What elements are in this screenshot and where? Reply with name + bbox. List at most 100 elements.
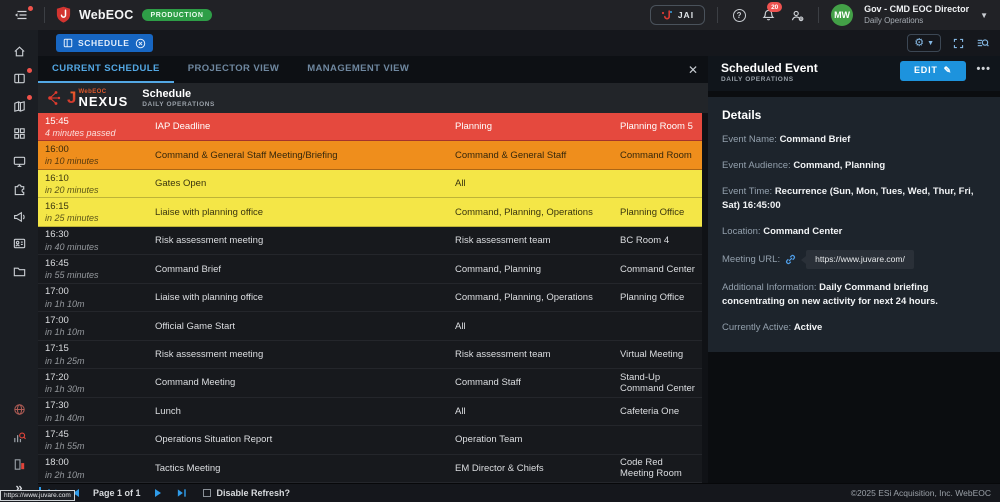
main-area: SCHEDULE ⚙ ▼ [38, 30, 1000, 502]
schedule-row[interactable]: 17:00in 1h 10mOfficial Game StartAll [38, 312, 702, 340]
user-menu-chevron-icon[interactable]: ▼ [980, 11, 988, 20]
globe-icon [12, 402, 27, 417]
search-list-icon[interactable] [976, 36, 990, 50]
sidebar-item-home[interactable] [7, 39, 31, 63]
settings-gear-button[interactable]: ⚙ ▼ [907, 34, 941, 52]
page-indicator: Page 1 of 1 [93, 488, 141, 498]
edit-button[interactable]: EDIT ✎ [900, 61, 966, 81]
row-audience: Command & General Staff [455, 150, 620, 161]
nexus-brand: WebEOC NEXUS [78, 89, 128, 108]
schedule-row[interactable]: 17:15in 1h 25mRisk assessment meetingRis… [38, 341, 702, 369]
avatar[interactable]: MW [831, 4, 853, 26]
link-icon[interactable] [784, 253, 797, 266]
row-location: Virtual Meeting [620, 349, 683, 360]
row-location: Stand-Up Command Center [620, 372, 695, 394]
sidebar-item-boards[interactable] [7, 67, 31, 91]
row-event: Operations Situation Report [155, 434, 455, 445]
detail-field: Currently Active: Active [722, 321, 986, 335]
notification-dot [27, 68, 32, 73]
row-location: Command Center [620, 264, 695, 275]
apps-icon [12, 126, 27, 141]
row-event: Official Game Start [155, 321, 455, 332]
fullscreen-icon[interactable] [952, 37, 965, 50]
schedule-row[interactable]: 16:30in 40 minutesRisk assessment meetin… [38, 227, 702, 255]
row-audience: Planning [455, 121, 620, 132]
detail-field: Meeting URL:https://www.juvare.com/ [722, 250, 986, 269]
notification-dot [27, 95, 32, 100]
sidebar-item-apps[interactable] [7, 122, 31, 146]
top-bar: WebEOC PRODUCTION JAI ? 20 [0, 0, 1000, 30]
notifications-bell-icon[interactable]: 20 [759, 6, 777, 24]
schedule-row[interactable]: 17:00in 1h 10mLiaise with planning offic… [38, 284, 702, 312]
chevron-down-icon: ▼ [927, 40, 934, 47]
row-audience: EM Director & Chiefs [455, 463, 620, 474]
row-location: Planning Room 5 [620, 121, 693, 132]
folder-icon [12, 264, 27, 279]
sidebar-item-folder[interactable] [7, 259, 31, 283]
row-audience: Risk assessment team [455, 235, 620, 246]
sidebar-item-globe[interactable] [7, 398, 31, 422]
board-icon [63, 38, 73, 48]
jai-button[interactable]: JAI [650, 5, 705, 25]
schedule-row[interactable]: 16:10in 20 minutesGates OpenAll [38, 170, 702, 198]
schedule-row[interactable]: 16:00in 10 minutesCommand & General Staf… [38, 141, 702, 169]
more-options-button[interactable]: ••• [976, 63, 991, 77]
webeoc-shield-logo [55, 6, 72, 24]
schedule-row[interactable]: 16:45in 55 minutesCommand BriefCommand, … [38, 255, 702, 283]
row-event: Lunch [155, 406, 455, 417]
details-panel-header: Scheduled Event DAILY OPERATIONS EDIT ✎ … [708, 56, 1000, 91]
tab-bar: CURRENT SCHEDULEPROJECTOR VIEWMANAGEMENT… [38, 56, 708, 83]
schedule-row[interactable]: 18:00in 2h 10mTactics MeetingEM Director… [38, 455, 702, 483]
user-info: Gov - CMD EOC Director Daily Operations [864, 4, 969, 25]
sidebar-item-display[interactable] [7, 149, 31, 173]
sidebar-bottom-group: » [7, 398, 31, 502]
sidebar-item-contact-card[interactable] [7, 232, 31, 256]
schedule-pane: CURRENT SCHEDULEPROJECTOR VIEWMANAGEMENT… [38, 56, 708, 483]
sidebar-item-megaphone[interactable] [7, 204, 31, 228]
boards-icon [12, 71, 27, 86]
sidebar-item-plugin[interactable] [7, 177, 31, 201]
row-audience: Command, Planning [455, 264, 620, 275]
schedule-row[interactable]: 16:15in 25 minutesLiaise with planning o… [38, 198, 702, 226]
row-event: Liaise with planning office [155, 207, 455, 218]
next-page-button[interactable] [154, 488, 163, 498]
row-event: Gates Open [155, 178, 455, 189]
pencil-icon: ✎ [944, 65, 952, 76]
schedule-row[interactable]: 17:20in 1h 30mCommand MeetingCommand Sta… [38, 369, 702, 397]
close-view-icon[interactable]: ✕ [688, 63, 698, 77]
user-name: Gov - CMD EOC Director [864, 4, 969, 15]
user-role: Daily Operations [864, 16, 969, 26]
sidebar-top-group [7, 39, 31, 287]
copyright-text: ©2025 ESi Acquisition, Inc. WebEOC [851, 488, 991, 498]
sidebar-item-chart-search[interactable] [7, 425, 31, 449]
tab-projector-view[interactable]: PROJECTOR VIEW [174, 56, 293, 83]
sidebar-item-map[interactable] [7, 94, 31, 118]
schedule-row[interactable]: 15:454 minutes passedIAP DeadlinePlannin… [38, 113, 702, 141]
report-building-icon [12, 457, 27, 472]
schedule-row[interactable]: 17:30in 1h 40mLunchAllCafeteria One [38, 398, 702, 426]
menu-fold-icon[interactable] [8, 4, 34, 26]
row-location: Planning Office [620, 292, 684, 303]
row-audience: Command, Planning, Operations [455, 292, 620, 303]
schedule-table: 15:454 minutes passedIAP DeadlinePlannin… [38, 113, 702, 483]
row-audience: Command Staff [455, 377, 620, 388]
chip-close-icon[interactable] [135, 38, 146, 49]
schedule-chip[interactable]: SCHEDULE [56, 34, 153, 52]
bottom-bar: Page 1 of 1 Disable Refresh? ©2025 ESi A… [38, 483, 1000, 502]
disable-refresh-checkbox[interactable] [203, 489, 211, 497]
tab-current-schedule[interactable]: CURRENT SCHEDULE [38, 56, 174, 83]
row-time: 15:454 minutes passed [45, 116, 155, 138]
row-audience: Risk assessment team [455, 349, 620, 360]
help-button[interactable]: ? [730, 6, 748, 24]
detail-field: Additional Information: Daily Command br… [722, 281, 986, 310]
page-title: Schedule [142, 88, 215, 101]
row-audience: All [455, 178, 620, 189]
schedule-row[interactable]: 17:45in 1h 55mOperations Situation Repor… [38, 426, 702, 454]
jai-logo-icon [661, 9, 673, 21]
tab-management-view[interactable]: MANAGEMENT VIEW [293, 56, 423, 83]
contact-card-icon [12, 236, 27, 251]
left-sidebar: » [0, 30, 38, 502]
last-page-button[interactable] [176, 488, 187, 498]
user-settings-icon[interactable] [788, 6, 806, 24]
sidebar-item-report-building[interactable] [7, 453, 31, 477]
